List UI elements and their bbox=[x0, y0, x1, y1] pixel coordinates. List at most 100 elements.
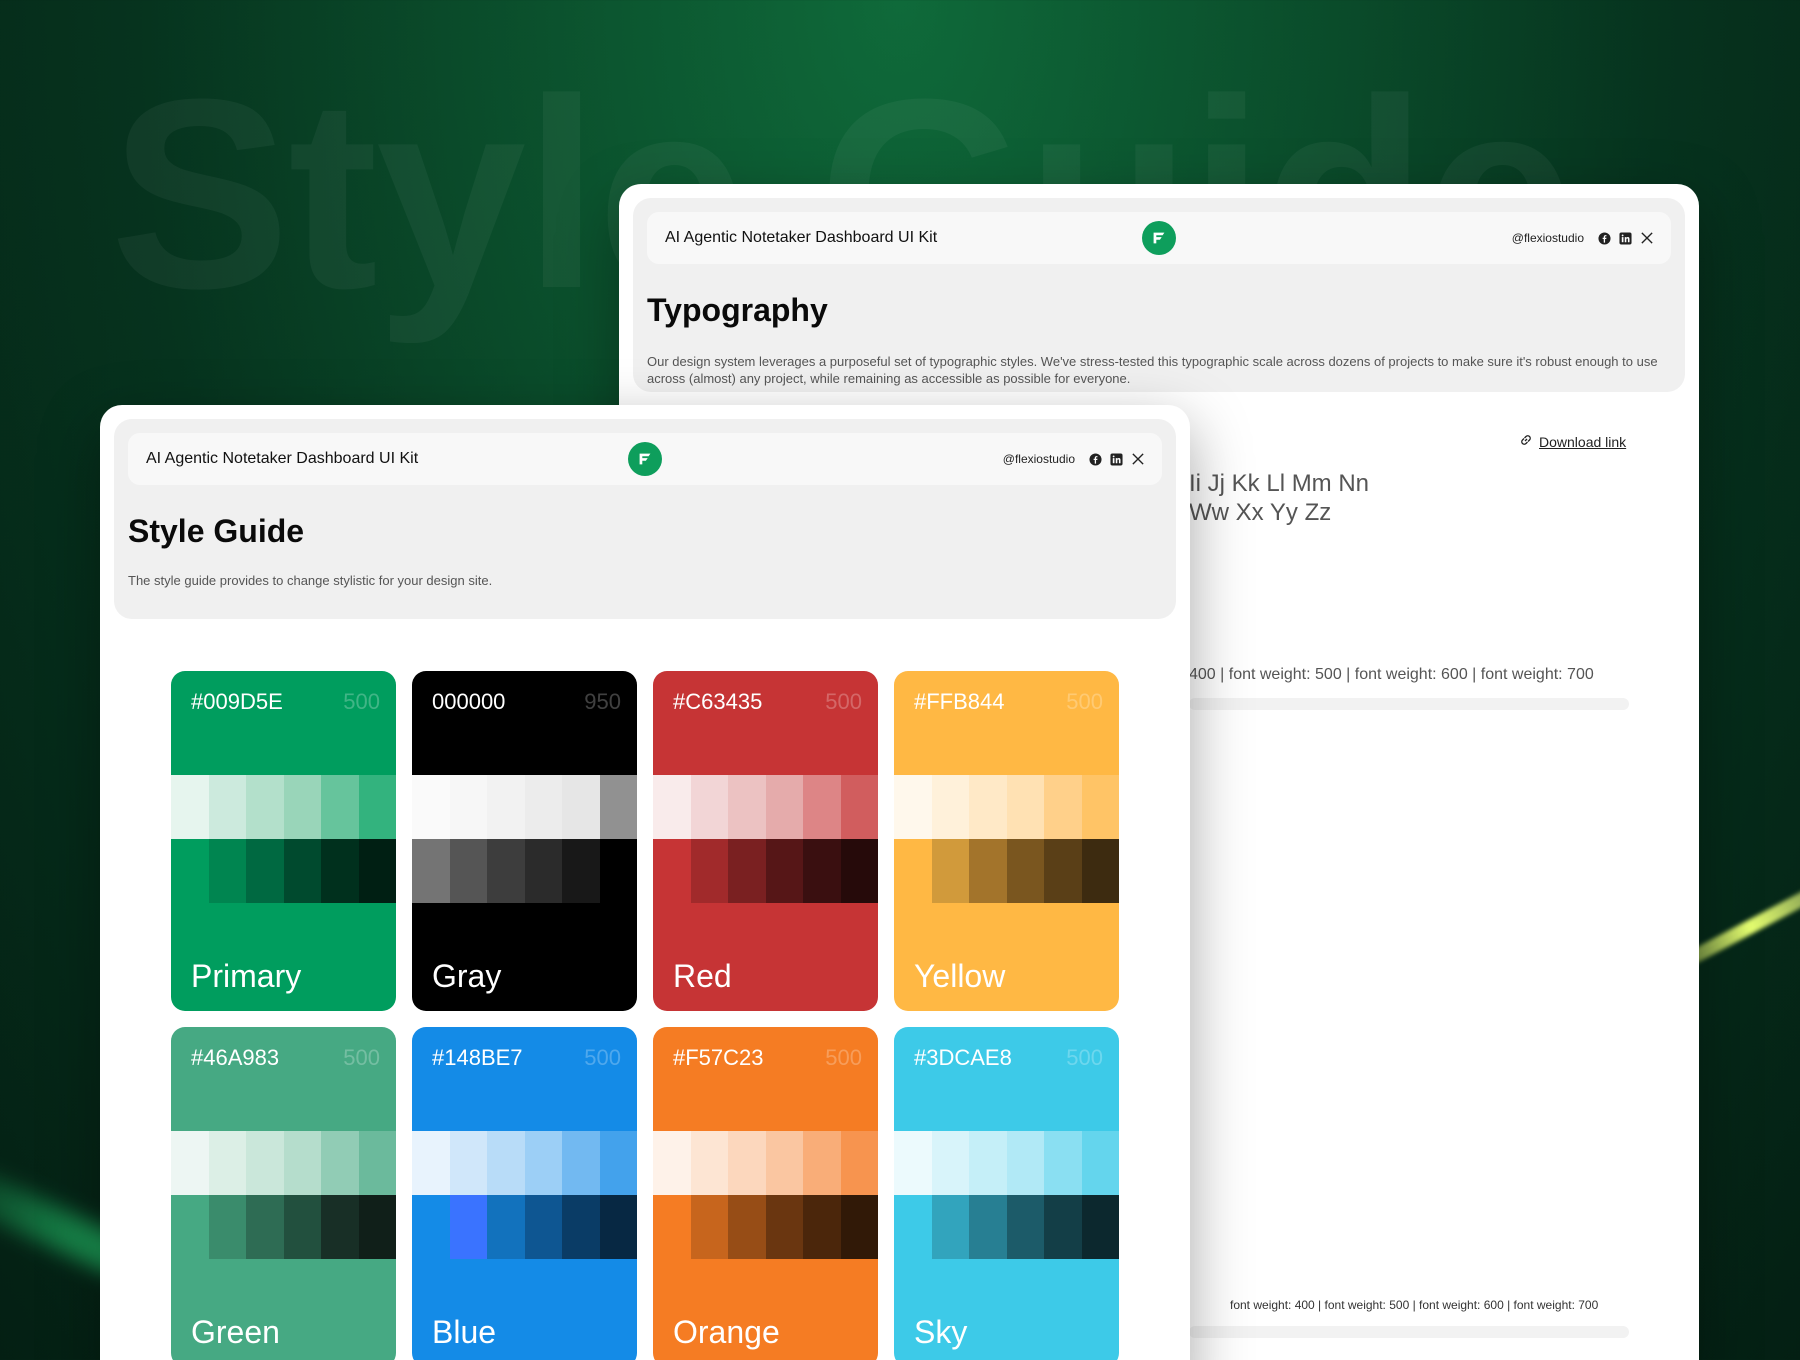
tint-cell[interactable] bbox=[449, 839, 487, 903]
tint-cell[interactable] bbox=[449, 1131, 487, 1195]
tint-cell[interactable] bbox=[246, 1195, 284, 1259]
download-link[interactable]: Download link bbox=[1519, 433, 1626, 450]
tint-cell[interactable] bbox=[840, 1195, 878, 1259]
tint-cell[interactable] bbox=[840, 839, 878, 903]
x-icon[interactable] bbox=[1640, 232, 1653, 245]
tint-cell[interactable] bbox=[894, 839, 932, 903]
facebook-icon[interactable] bbox=[1598, 231, 1611, 245]
facebook-icon[interactable] bbox=[1089, 452, 1102, 466]
tint-cell[interactable] bbox=[487, 1131, 525, 1195]
tint-cell[interactable] bbox=[208, 839, 246, 903]
tint-cell[interactable] bbox=[969, 839, 1007, 903]
tint-cell[interactable] bbox=[246, 839, 284, 903]
studio-handle[interactable]: @flexiostudio bbox=[1512, 231, 1584, 245]
color-swatch-orange[interactable]: #F57C23 500 Orange bbox=[653, 1027, 878, 1360]
tint-cell[interactable] bbox=[171, 1195, 209, 1259]
tint-cell[interactable] bbox=[1081, 775, 1119, 839]
tint-cell[interactable] bbox=[765, 1131, 803, 1195]
tint-cell[interactable] bbox=[1081, 1131, 1119, 1195]
tint-cell[interactable] bbox=[449, 1195, 487, 1259]
tint-cell[interactable] bbox=[1081, 839, 1119, 903]
tint-cell[interactable] bbox=[599, 839, 637, 903]
tint-cell[interactable] bbox=[653, 775, 691, 839]
tint-cell[interactable] bbox=[803, 839, 841, 903]
tint-cell[interactable] bbox=[283, 1131, 321, 1195]
linkedin-icon[interactable] bbox=[1110, 452, 1123, 466]
tint-cell[interactable] bbox=[1006, 1131, 1044, 1195]
linkedin-icon[interactable] bbox=[1619, 231, 1632, 245]
tint-cell[interactable] bbox=[358, 1131, 396, 1195]
tint-cell[interactable] bbox=[487, 839, 525, 903]
tint-cell[interactable] bbox=[894, 1195, 932, 1259]
tint-cell[interactable] bbox=[358, 1195, 396, 1259]
tint-cell[interactable] bbox=[562, 839, 600, 903]
tint-cell[interactable] bbox=[599, 1131, 637, 1195]
tint-cell[interactable] bbox=[283, 839, 321, 903]
flexio-logo-icon[interactable] bbox=[1142, 221, 1176, 255]
tint-cell[interactable] bbox=[728, 1195, 766, 1259]
tint-cell[interactable] bbox=[321, 839, 359, 903]
tint-cell[interactable] bbox=[358, 775, 396, 839]
tint-cell[interactable] bbox=[653, 1195, 691, 1259]
tint-cell[interactable] bbox=[321, 775, 359, 839]
studio-handle[interactable]: @flexiostudio bbox=[1003, 452, 1075, 466]
tint-cell[interactable] bbox=[562, 1195, 600, 1259]
tint-cell[interactable] bbox=[690, 775, 728, 839]
tint-cell[interactable] bbox=[412, 839, 450, 903]
color-swatch-green[interactable]: #46A983 500 Green bbox=[171, 1027, 396, 1360]
tint-cell[interactable] bbox=[653, 839, 691, 903]
tint-cell[interactable] bbox=[246, 775, 284, 839]
tint-cell[interactable] bbox=[412, 775, 450, 839]
tint-cell[interactable] bbox=[894, 775, 932, 839]
color-swatch-gray[interactable]: 000000 950 Gray bbox=[412, 671, 637, 1011]
tint-cell[interactable] bbox=[969, 775, 1007, 839]
tint-cell[interactable] bbox=[449, 775, 487, 839]
tint-cell[interactable] bbox=[728, 775, 766, 839]
tint-cell[interactable] bbox=[803, 775, 841, 839]
tint-cell[interactable] bbox=[653, 1131, 691, 1195]
color-swatch-red[interactable]: #C63435 500 Red bbox=[653, 671, 878, 1011]
color-swatch-primary[interactable]: #009D5E 500 Primary bbox=[171, 671, 396, 1011]
tint-cell[interactable] bbox=[283, 775, 321, 839]
tint-cell[interactable] bbox=[969, 1131, 1007, 1195]
tint-cell[interactable] bbox=[524, 1195, 562, 1259]
tint-cell[interactable] bbox=[487, 1195, 525, 1259]
tint-cell[interactable] bbox=[208, 775, 246, 839]
tint-cell[interactable] bbox=[765, 839, 803, 903]
tint-cell[interactable] bbox=[524, 775, 562, 839]
tint-cell[interactable] bbox=[412, 1131, 450, 1195]
tint-cell[interactable] bbox=[690, 839, 728, 903]
tint-cell[interactable] bbox=[562, 1131, 600, 1195]
download-link-label[interactable]: Download link bbox=[1539, 434, 1626, 450]
tint-cell[interactable] bbox=[690, 1195, 728, 1259]
tint-cell[interactable] bbox=[412, 1195, 450, 1259]
tint-cell[interactable] bbox=[728, 839, 766, 903]
tint-cell[interactable] bbox=[1081, 1195, 1119, 1259]
tint-cell[interactable] bbox=[1006, 839, 1044, 903]
color-swatch-yellow[interactable]: #FFB844 500 Yellow bbox=[894, 671, 1119, 1011]
tint-cell[interactable] bbox=[728, 1131, 766, 1195]
tint-cell[interactable] bbox=[358, 839, 396, 903]
tint-cell[interactable] bbox=[208, 1195, 246, 1259]
tint-cell[interactable] bbox=[765, 775, 803, 839]
color-swatch-blue[interactable]: #148BE7 500 Blue bbox=[412, 1027, 637, 1360]
tint-cell[interactable] bbox=[931, 775, 969, 839]
tint-cell[interactable] bbox=[562, 775, 600, 839]
tint-cell[interactable] bbox=[765, 1195, 803, 1259]
tint-cell[interactable] bbox=[1044, 1131, 1082, 1195]
tint-cell[interactable] bbox=[1006, 1195, 1044, 1259]
tint-cell[interactable] bbox=[969, 1195, 1007, 1259]
tint-cell[interactable] bbox=[840, 775, 878, 839]
tint-cell[interactable] bbox=[1044, 839, 1082, 903]
tint-cell[interactable] bbox=[931, 1195, 969, 1259]
tint-cell[interactable] bbox=[803, 1131, 841, 1195]
tint-cell[interactable] bbox=[171, 839, 209, 903]
tint-cell[interactable] bbox=[246, 1131, 284, 1195]
tint-cell[interactable] bbox=[690, 1131, 728, 1195]
tint-cell[interactable] bbox=[524, 1131, 562, 1195]
tint-cell[interactable] bbox=[171, 1131, 209, 1195]
tint-cell[interactable] bbox=[208, 1131, 246, 1195]
tint-cell[interactable] bbox=[931, 839, 969, 903]
color-swatch-sky[interactable]: #3DCAE8 500 Sky bbox=[894, 1027, 1119, 1360]
tint-cell[interactable] bbox=[599, 1195, 637, 1259]
